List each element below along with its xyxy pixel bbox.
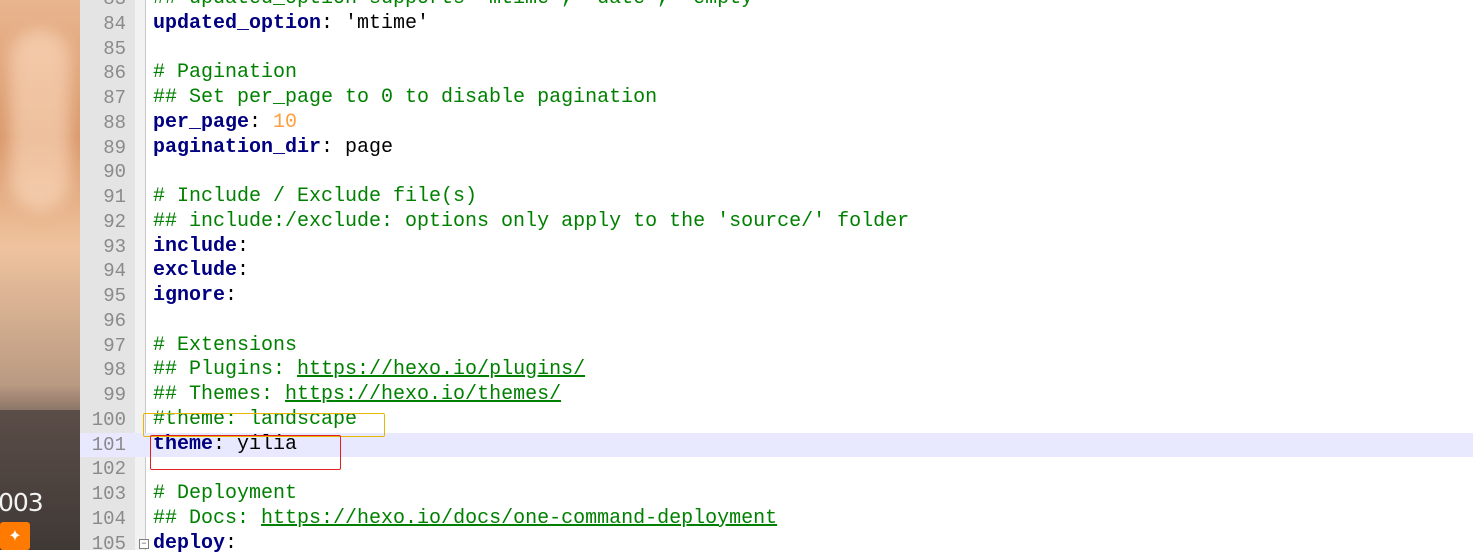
line-number: 104	[80, 507, 126, 532]
yaml-key: pagination_dir	[153, 136, 321, 159]
line-number: 92	[80, 210, 126, 235]
comment-text: # Include / Exclude file(s)	[153, 185, 477, 208]
line-content: ## Set per_page to 0 to disable paginati…	[153, 86, 657, 111]
line-number: 84	[80, 12, 126, 37]
code-line[interactable]: 99 ## Themes: https://hexo.io/themes/	[80, 383, 1473, 408]
line-content: ## Docs: https://hexo.io/docs/one-comman…	[153, 507, 777, 532]
code-line[interactable]: 96	[80, 309, 1473, 334]
line-content: ## updated_option supports 'mtime', 'dat…	[153, 0, 765, 12]
number-value: 10	[273, 111, 297, 134]
line-number: 86	[80, 61, 126, 86]
code-line[interactable]: 94 exclude:	[80, 259, 1473, 284]
code-line[interactable]: 97 # Extensions	[80, 334, 1473, 359]
code-line[interactable]: 83 ## updated_option supports 'mtime', 'd…	[80, 0, 1473, 12]
code-line[interactable]: 103 # Deployment	[80, 482, 1473, 507]
yaml-key: deploy	[153, 532, 225, 555]
yaml-key: include	[153, 235, 237, 258]
line-number: 96	[80, 309, 126, 334]
line-number: 103	[80, 482, 126, 507]
line-content: # Deployment	[153, 482, 297, 507]
url-link[interactable]: https://hexo.io/themes/	[285, 383, 561, 406]
line-number: 85	[80, 37, 126, 62]
line-number: 101	[80, 433, 126, 458]
code-line[interactable]: 91 # Include / Exclude file(s)	[80, 185, 1473, 210]
highlight-box-active-theme	[150, 435, 341, 470]
line-number: 83	[80, 0, 126, 12]
comment-text: ## Plugins:	[153, 358, 297, 381]
line-number: 94	[80, 259, 126, 284]
yaml-key: exclude	[153, 259, 237, 282]
punctuation: :	[225, 532, 237, 555]
comment-text: ## Docs:	[153, 507, 261, 530]
url-link[interactable]: https://hexo.io/plugins/	[297, 358, 585, 381]
comment-text: ## include:/exclude: options only apply …	[153, 210, 909, 233]
punctuation: :	[237, 235, 249, 258]
line-number: 91	[80, 185, 126, 210]
code-line[interactable]: 95 ignore:	[80, 284, 1473, 309]
fold-toggle-icon[interactable]: −	[139, 539, 149, 549]
line-content: ## Plugins: https://hexo.io/plugins/	[153, 358, 585, 383]
code-line[interactable]: 89 pagination_dir: page	[80, 136, 1473, 161]
line-number: 87	[80, 86, 126, 111]
string-value: 'mtime'	[345, 12, 429, 35]
comment-text: # Deployment	[153, 482, 297, 505]
line-content: updated_option: 'mtime'	[153, 12, 429, 37]
code-line[interactable]: 105 −deploy:	[80, 532, 1473, 556]
punctuation: :	[321, 12, 345, 35]
code-line[interactable]: 85	[80, 37, 1473, 62]
punctuation: :	[321, 136, 345, 159]
comment-text: ## Themes:	[153, 383, 285, 406]
line-number: 102	[80, 457, 126, 482]
line-number: 88	[80, 111, 126, 136]
line-number: 98	[80, 358, 126, 383]
url-link[interactable]: https://hexo.io/docs/one-command-deploym…	[261, 507, 777, 530]
comment-text: # Pagination	[153, 61, 297, 84]
desktop-icon-label[interactable]: 003	[0, 488, 43, 517]
line-content: include:	[153, 235, 249, 260]
punctuation: :	[249, 111, 273, 134]
line-number: 95	[80, 284, 126, 309]
code-line[interactable]: 87 ## Set per_page to 0 to disable pagina…	[80, 86, 1473, 111]
punctuation: :	[237, 259, 249, 282]
line-number: 100	[80, 408, 126, 433]
yaml-key: updated_option	[153, 12, 321, 35]
yaml-key: ignore	[153, 284, 225, 307]
comment-text: ## Set per_page to 0 to disable paginati…	[153, 86, 657, 109]
code-line[interactable]: 84 updated_option: 'mtime'	[80, 12, 1473, 37]
comment-text: # Extensions	[153, 334, 297, 357]
line-content: deploy:	[153, 532, 237, 556]
desktop-wallpaper-highlight	[10, 30, 70, 210]
desktop-background: 003 ✦	[0, 0, 80, 550]
punctuation: :	[225, 284, 237, 307]
code-line[interactable]: 93 include:	[80, 235, 1473, 260]
line-content: per_page: 10	[153, 111, 297, 136]
line-number: 93	[80, 235, 126, 260]
line-number: 89	[80, 136, 126, 161]
code-line[interactable]: 88 per_page: 10	[80, 111, 1473, 136]
line-number: 90	[80, 160, 126, 185]
line-number: 97	[80, 334, 126, 359]
line-content: # Extensions	[153, 334, 297, 359]
taskbar-app-icon[interactable]: ✦	[0, 522, 30, 550]
code-lines: 83 ## updated_option supports 'mtime', 'd…	[80, 0, 1473, 556]
code-line[interactable]: 98 ## Plugins: https://hexo.io/plugins/	[80, 358, 1473, 383]
highlight-box-commented-theme	[143, 413, 385, 437]
line-content: exclude:	[153, 259, 249, 284]
code-line[interactable]: 104 ## Docs: https://hexo.io/docs/one-com…	[80, 507, 1473, 532]
string-value: page	[345, 136, 393, 159]
line-number: 105	[80, 532, 126, 556]
code-line[interactable]: 92 ## include:/exclude: options only appl…	[80, 210, 1473, 235]
line-content: # Pagination	[153, 61, 297, 86]
line-content: ignore:	[153, 284, 237, 309]
line-content: # Include / Exclude file(s)	[153, 185, 477, 210]
line-content: pagination_dir: page	[153, 136, 393, 161]
code-line[interactable]: 90	[80, 160, 1473, 185]
line-content: ## include:/exclude: options only apply …	[153, 210, 909, 235]
line-number: 99	[80, 383, 126, 408]
code-line[interactable]: 86 # Pagination	[80, 61, 1473, 86]
comment-text: ## updated_option supports 'mtime', 'dat…	[153, 0, 765, 10]
line-content: ## Themes: https://hexo.io/themes/	[153, 383, 561, 408]
yaml-key: per_page	[153, 111, 249, 134]
